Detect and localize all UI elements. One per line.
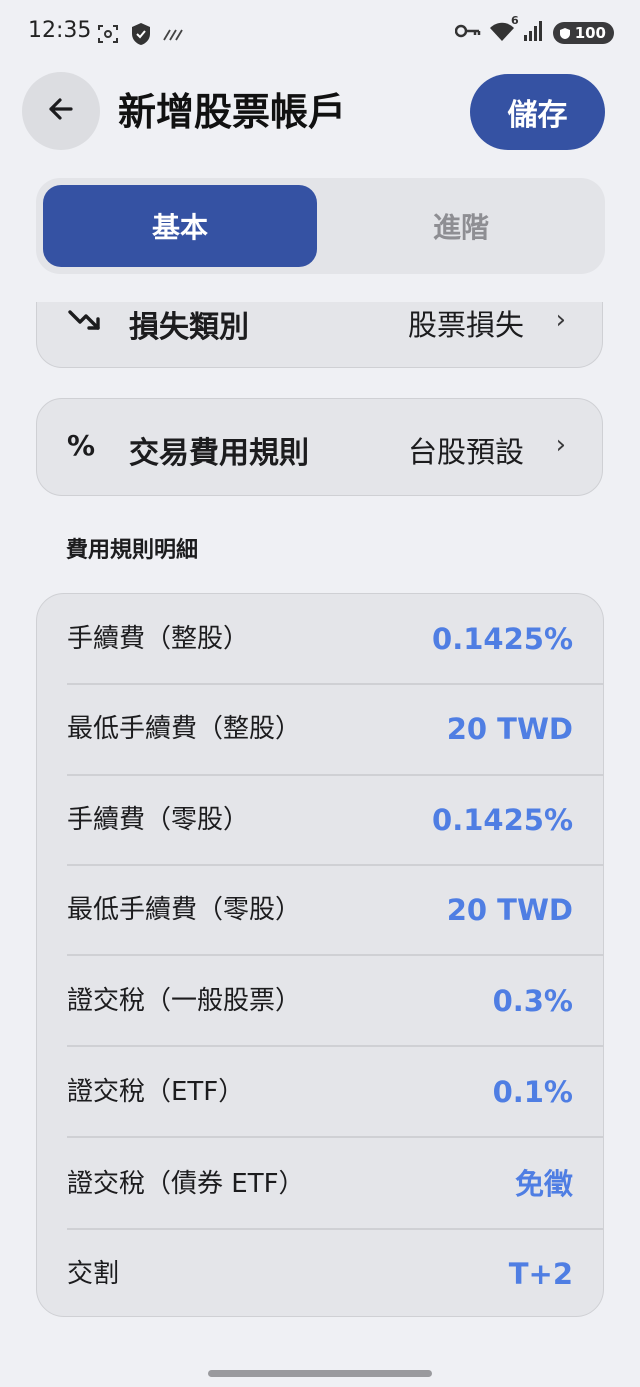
trending-down-icon	[67, 306, 103, 343]
detail-row: 證交稅（債券 ETF） 免徵	[67, 1139, 603, 1229]
screenshot-icon	[96, 22, 120, 50]
detail-value: T+2	[508, 1257, 573, 1291]
battery-level: 100	[574, 24, 606, 42]
key-icon	[454, 23, 481, 43]
tab-bar: 基本 進階	[36, 178, 605, 274]
tab-advanced[interactable]: 進階	[324, 185, 598, 267]
detail-value: 20 TWD	[446, 893, 573, 927]
loss-category-row[interactable]: 損失類別 股票損失 ›	[36, 302, 603, 368]
detail-label: 交割	[67, 1259, 120, 1289]
detail-value: 0.1425%	[432, 803, 573, 837]
chevron-right-icon: ›	[555, 430, 566, 460]
home-indicator[interactable]	[208, 1370, 432, 1377]
detail-row: 交割 T+2	[67, 1229, 603, 1319]
fee-rule-label: 交易費用規則	[129, 436, 309, 471]
back-button[interactable]	[22, 72, 100, 150]
detail-value: 0.3%	[492, 984, 573, 1018]
detail-row: 證交稅（ETF） 0.1%	[67, 1047, 603, 1137]
detail-label: 證交稅（債券 ETF）	[67, 1169, 305, 1199]
tab-basic[interactable]: 基本	[43, 185, 317, 267]
signal-icon	[523, 20, 545, 46]
status-time: 12:35	[28, 18, 92, 43]
fee-rule-row[interactable]: % 交易費用規則 台股預設 ›	[36, 398, 603, 496]
detail-row: 手續費（零股） 0.1425%	[67, 775, 603, 865]
arrow-left-icon	[45, 93, 77, 129]
detail-value: 免徵	[514, 1167, 573, 1201]
detail-row: 證交稅（一般股票） 0.3%	[67, 956, 603, 1046]
detail-value: 20 TWD	[446, 712, 573, 746]
fee-details-card: 手續費（整股） 0.1425% 最低手續費（整股） 20 TWD 手續費（零股）…	[36, 593, 604, 1317]
detail-label: 證交稅（一般股票）	[67, 986, 302, 1016]
battery-icon: 100	[552, 22, 614, 44]
network-badge: 6	[511, 14, 519, 27]
status-bar: 12:35 6 100	[0, 0, 640, 68]
fee-rule-value: 台股預設	[407, 435, 524, 469]
wifi-icon: 6	[489, 14, 519, 46]
data-saver-icon	[162, 27, 184, 46]
detail-label: 最低手續費（整股）	[67, 714, 302, 744]
detail-label: 手續費（整股）	[67, 624, 250, 654]
detail-value: 0.1%	[492, 1075, 573, 1109]
detail-label: 證交稅（ETF）	[67, 1077, 245, 1107]
loss-category-label: 損失類別	[129, 310, 249, 345]
page-title: 新增股票帳戶	[118, 90, 347, 134]
chevron-right-icon: ›	[555, 305, 566, 335]
save-button[interactable]: 儲存	[470, 74, 605, 150]
loss-category-value: 股票損失	[407, 308, 524, 342]
divider	[67, 1136, 603, 1138]
fee-details-title: 費用規則明細	[66, 538, 199, 563]
detail-row: 最低手續費（零股） 20 TWD	[67, 865, 603, 955]
detail-row: 最低手續費（整股） 20 TWD	[67, 684, 603, 774]
detail-value: 0.1425%	[432, 622, 573, 656]
detail-row: 手續費（整股） 0.1425%	[67, 594, 603, 684]
detail-label: 手續費（零股）	[67, 805, 250, 835]
shield-icon	[130, 22, 152, 50]
percent-icon: %	[67, 429, 96, 462]
detail-label: 最低手續費（零股）	[67, 895, 302, 925]
